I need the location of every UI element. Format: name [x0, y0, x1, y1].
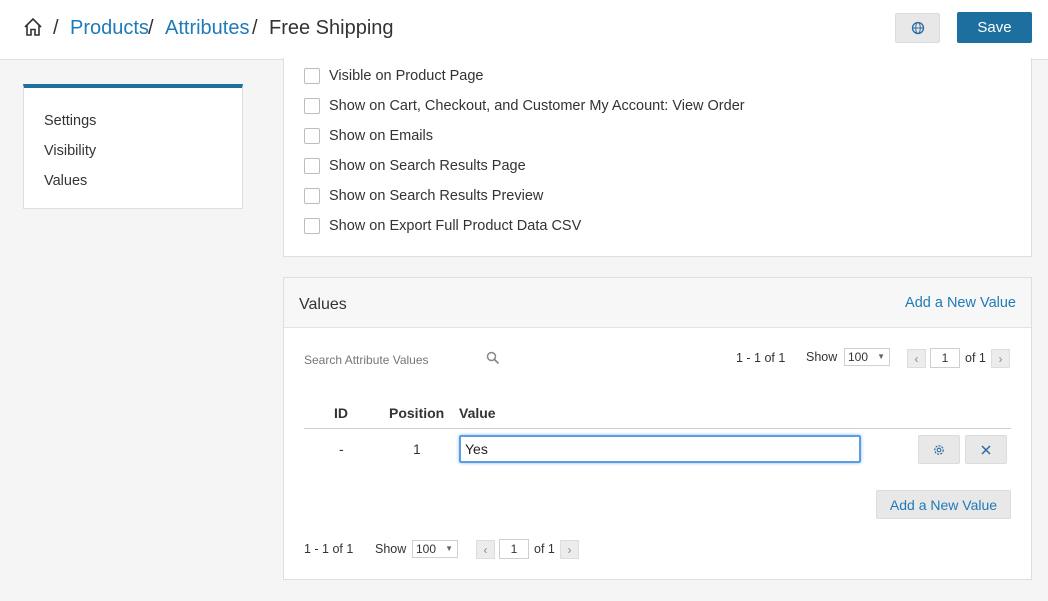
values-header: Values Add a New Value — [284, 278, 1031, 328]
globe-button[interactable] — [895, 13, 940, 43]
add-new-value-link[interactable]: Add a New Value — [905, 295, 1016, 311]
checkbox-label: Show on Search Results Preview — [329, 188, 544, 204]
column-header-id: ID — [334, 405, 348, 421]
sidebar-item-settings[interactable]: Settings — [44, 113, 96, 129]
visibility-panel: Visible on Product Page Show on Cart, Ch… — [283, 58, 1032, 257]
column-header-value: Value — [459, 405, 496, 421]
checkbox[interactable] — [304, 188, 320, 204]
next-page-button[interactable]: › — [991, 349, 1010, 368]
page-input[interactable] — [499, 539, 529, 559]
visibility-option: Show on Emails — [304, 128, 433, 144]
page-title: Free Shipping — [269, 17, 394, 39]
visibility-option: Show on Export Full Product Data CSV — [304, 218, 581, 234]
row-position: 1 — [413, 441, 421, 457]
dropdown-arrow-icon: ▼ — [877, 352, 885, 361]
prev-page-button[interactable]: ‹ — [907, 349, 926, 368]
page-total: of 1 — [534, 542, 555, 556]
divider — [304, 428, 1011, 429]
close-icon — [981, 444, 991, 455]
page-size-select[interactable]: 100 ▼ — [844, 348, 890, 366]
checkbox[interactable] — [304, 128, 320, 144]
pagination-range: 1 - 1 of 1 — [304, 542, 354, 556]
breadcrumb-separator: / — [53, 17, 59, 39]
sidebar-item-visibility[interactable]: Visibility — [44, 143, 96, 159]
gear-icon — [934, 444, 944, 455]
page-size-select[interactable]: 100 ▼ — [412, 540, 458, 558]
dropdown-arrow-icon: ▼ — [445, 544, 453, 553]
checkbox-label: Show on Cart, Checkout, and Customer My … — [329, 98, 745, 114]
checkbox[interactable] — [304, 68, 320, 84]
visibility-option: Show on Search Results Page — [304, 158, 526, 174]
row-id: - — [339, 441, 344, 457]
show-label: Show — [375, 542, 407, 556]
checkbox-label: Show on Search Results Page — [329, 158, 526, 174]
breadcrumb-products[interactable]: Products — [70, 17, 149, 40]
pagination-range: 1 - 1 of 1 — [736, 351, 786, 365]
checkbox-label: Show on Emails — [329, 128, 433, 144]
globe-icon — [911, 21, 924, 35]
page-size-value: 100 — [416, 542, 437, 556]
values-panel: Values Add a New Value 1 - 1 of 1 Show 1… — [283, 277, 1032, 580]
visibility-option: Show on Cart, Checkout, and Customer My … — [304, 98, 745, 114]
values-title: Values — [299, 296, 347, 313]
prev-page-button[interactable]: ‹ — [476, 540, 495, 559]
checkbox-label: Visible on Product Page — [329, 68, 484, 84]
next-page-button[interactable]: › — [560, 540, 579, 559]
row-settings-button[interactable] — [918, 435, 960, 464]
checkbox[interactable] — [304, 158, 320, 174]
checkbox[interactable] — [304, 98, 320, 114]
value-input[interactable] — [459, 435, 861, 463]
search-input[interactable] — [304, 350, 504, 370]
search-icon[interactable] — [486, 351, 500, 365]
page-size-value: 100 — [848, 350, 869, 364]
page-input[interactable] — [930, 348, 960, 368]
header: / Products / Attributes / Free Shipping … — [0, 0, 1048, 60]
home-icon[interactable] — [22, 16, 44, 38]
visibility-option: Show on Search Results Preview — [304, 188, 543, 204]
checkbox-label: Show on Export Full Product Data CSV — [329, 218, 582, 234]
row-delete-button[interactable] — [965, 435, 1007, 464]
checkbox[interactable] — [304, 218, 320, 234]
breadcrumb-attributes[interactable]: Attributes — [165, 17, 249, 40]
breadcrumb-separator: / — [252, 17, 258, 39]
breadcrumb-separator: / — [148, 17, 154, 39]
show-label: Show — [806, 350, 838, 364]
column-header-position: Position — [389, 405, 445, 421]
visibility-option: Visible on Product Page — [304, 68, 484, 84]
sidebar-item-values[interactable]: Values — [44, 173, 87, 189]
page-total: of 1 — [965, 351, 986, 365]
sidebar: Settings Visibility Values — [23, 84, 243, 209]
save-button[interactable]: Save — [957, 12, 1032, 43]
add-new-value-button[interactable]: Add a New Value — [876, 490, 1011, 519]
